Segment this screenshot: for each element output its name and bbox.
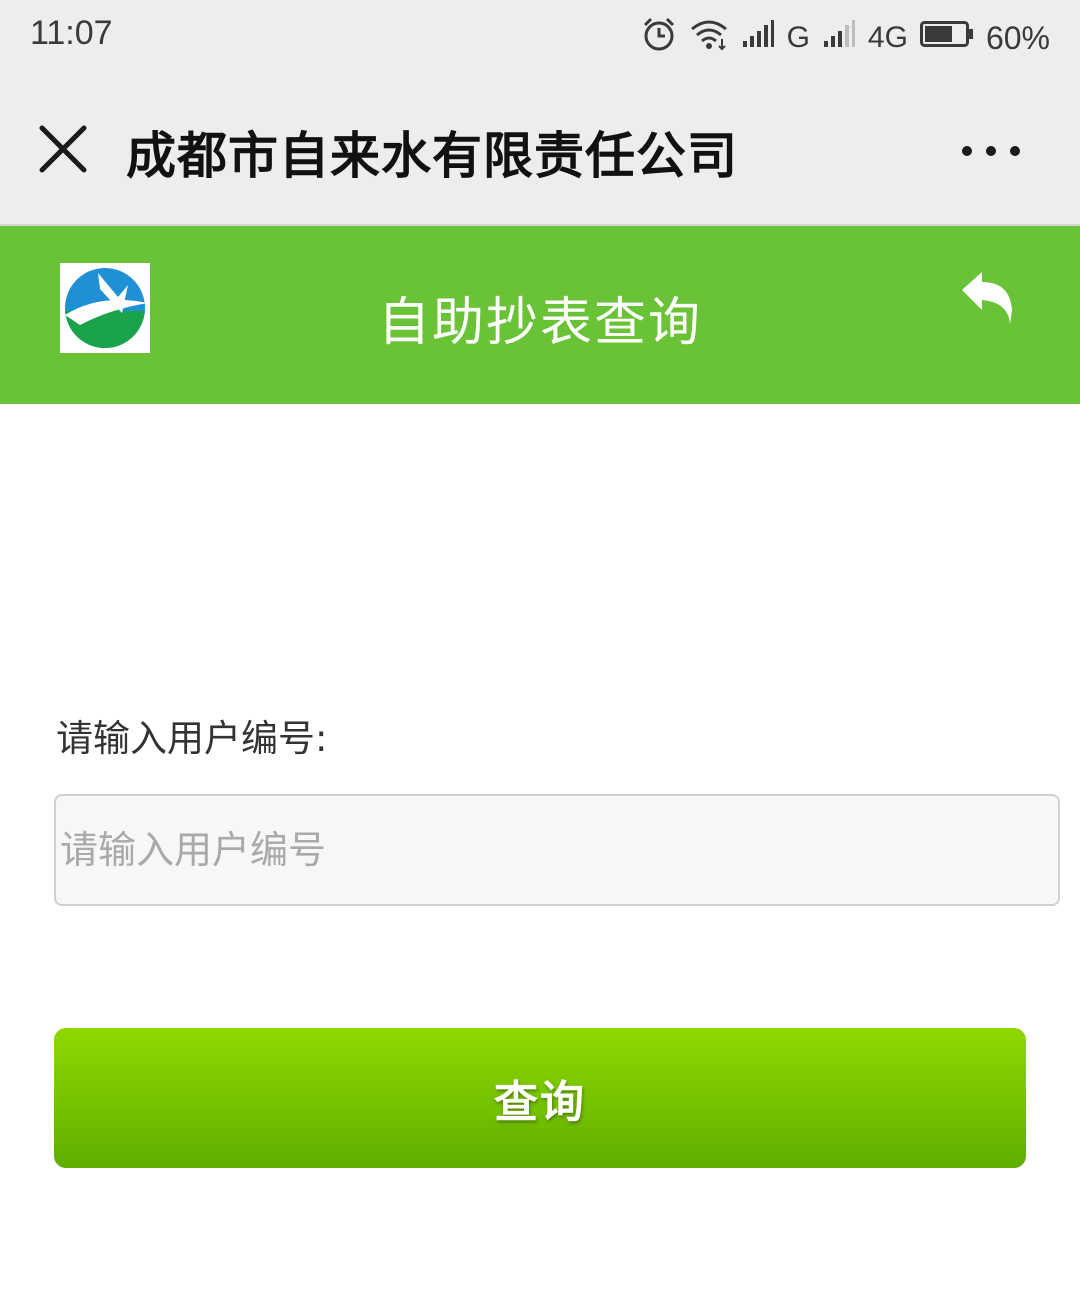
battery-percent: 60% (985, 19, 1050, 56)
signal-icon (822, 19, 856, 57)
page-title: 成都市自来水有限责任公司 (126, 127, 738, 185)
wifi-icon (689, 17, 729, 59)
browser-header: 成都市自来水有限责任公司 (0, 76, 1080, 226)
app-bar: 自助抄表查询 (0, 226, 1080, 404)
app-title: 自助抄表查询 (377, 293, 702, 353)
status-bar: 11:07 G 4G 60% (0, 0, 1080, 76)
alarm-icon (641, 16, 677, 60)
network-type-label: 4G (867, 21, 908, 54)
network-type-label: G (786, 21, 810, 54)
user-number-input[interactable] (54, 794, 1060, 906)
signal-icon (741, 19, 775, 57)
query-button[interactable]: 查询 (54, 1028, 1026, 1168)
more-dots-icon[interactable] (956, 136, 1026, 166)
user-number-label: 请输入用户编号: (56, 717, 328, 760)
battery-icon (919, 21, 974, 55)
close-icon[interactable] (36, 122, 90, 176)
status-time: 11:07 (30, 14, 113, 52)
reply-back-icon[interactable] (958, 266, 1018, 328)
status-icons: G 4G 60% (641, 14, 1050, 62)
